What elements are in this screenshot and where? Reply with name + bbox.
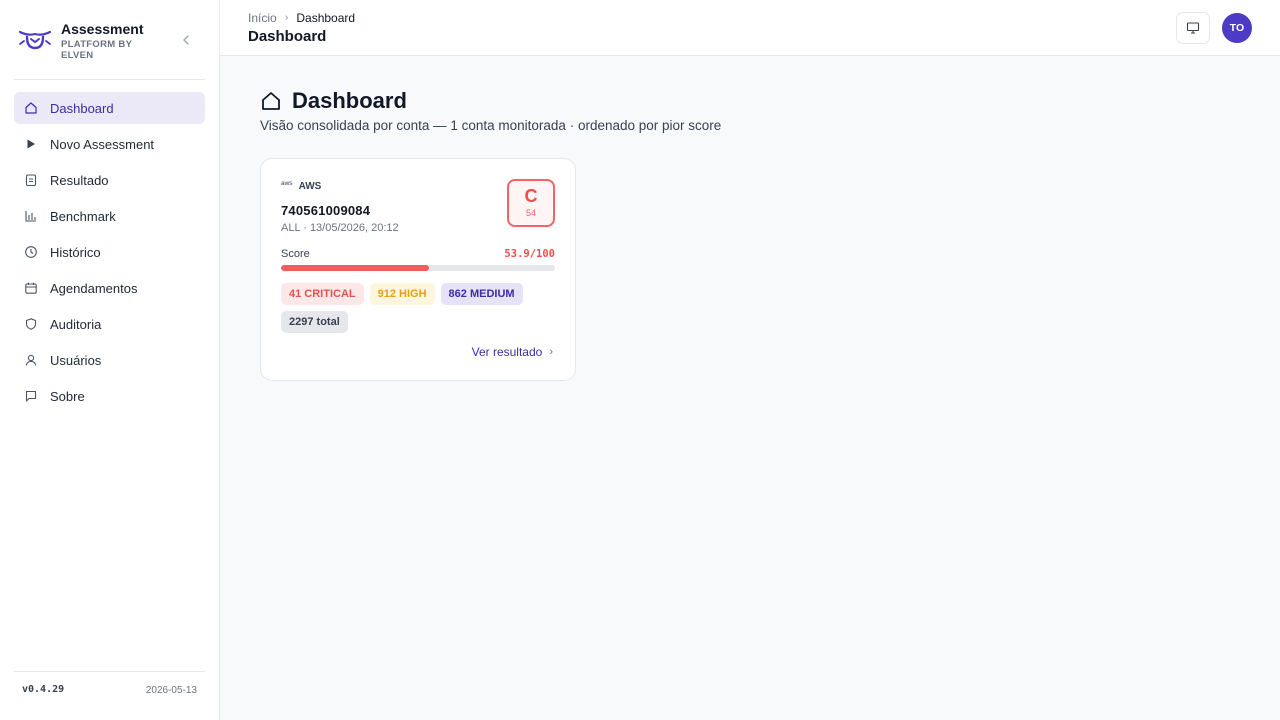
top-header: Início › Dashboard Dashboard TO	[220, 0, 1280, 56]
sidebar-item-label: Novo Assessment	[50, 136, 155, 152]
elven-logo-icon	[18, 30, 52, 50]
sidebar-item-novo-assessment[interactable]: Novo Assessment	[14, 128, 205, 160]
score-progress-fill	[281, 265, 429, 271]
sidebar-item-sobre[interactable]: Sobre	[14, 380, 205, 412]
provider: aws AWS	[281, 180, 322, 192]
sidebar-nav: Dashboard Novo Assessment Resultado Benc…	[14, 92, 205, 416]
play-icon	[24, 137, 38, 151]
total-badge: 2297 total	[281, 311, 348, 333]
sidebar-footer: v0.4.29 2026-05-13	[14, 671, 205, 720]
header-title: Dashboard	[248, 28, 327, 45]
sidebar-item-usuarios[interactable]: Usuários	[14, 344, 205, 376]
sidebar-item-historico[interactable]: Histórico	[14, 236, 205, 268]
sidebar-item-resultado[interactable]: Resultado	[14, 164, 205, 196]
provider-name: AWS	[298, 181, 322, 192]
score-progress-bar	[281, 265, 555, 271]
avatar[interactable]: TO	[1222, 13, 1252, 43]
sidebar-item-label: Agendamentos	[50, 280, 138, 296]
brand-title: Assessment	[61, 21, 144, 37]
sidebar-item-label: Dashboard	[50, 100, 114, 116]
message-square-icon	[24, 389, 38, 403]
breadcrumb: Início › Dashboard	[248, 11, 355, 25]
sidebar-item-auditoria[interactable]: Auditoria	[14, 308, 205, 340]
score-label: Score	[281, 248, 310, 260]
grade-badge: C 54	[507, 179, 555, 227]
chevron-right-icon: ›	[549, 346, 553, 358]
brand: Assessment PLATFORM BY ELVEN	[14, 14, 205, 80]
sidebar-item-dashboard[interactable]: Dashboard	[14, 92, 205, 124]
app-version: v0.4.29	[22, 684, 65, 695]
sidebar-item-label: Auditoria	[50, 316, 102, 332]
sidebar-item-label: Histórico	[50, 244, 101, 260]
sidebar-item-label: Benchmark	[50, 208, 116, 224]
severity-chips: 41 CRITICAL 912 HIGH 862 MEDIUM 2297 tot…	[281, 283, 561, 339]
page-heading: Dashboard	[260, 88, 407, 114]
home-icon	[262, 92, 280, 110]
account-card: aws AWS 740561009084 ALL · 13/05/2026, 2…	[260, 158, 576, 381]
account-id: 740561009084	[281, 203, 371, 218]
breadcrumb-home[interactable]: Início	[248, 11, 277, 25]
clipboard-icon	[24, 173, 38, 187]
page-title: Dashboard	[292, 88, 407, 113]
score-value: 53.9/100	[504, 248, 555, 260]
shield-icon	[24, 317, 38, 331]
bar-chart-icon	[24, 209, 38, 223]
view-result-link[interactable]: Ver resultado ›	[472, 345, 553, 359]
sidebar: Assessment PLATFORM BY ELVEN Dashboard N…	[0, 0, 220, 720]
sidebar-item-label: Resultado	[50, 172, 109, 188]
brand-subtitle: PLATFORM BY ELVEN	[61, 39, 133, 61]
monitor-icon	[1186, 22, 1200, 34]
page-subtitle: Visão consolidada por conta — 1 conta mo…	[260, 118, 722, 133]
chevron-left-icon[interactable]	[178, 32, 194, 48]
grade-score: 54	[525, 208, 536, 218]
sidebar-item-label: Sobre	[50, 388, 85, 404]
chevron-right-icon: ›	[284, 12, 289, 24]
sidebar-item-benchmark[interactable]: Benchmark	[14, 200, 205, 232]
critical-badge: 41 CRITICAL	[281, 283, 364, 305]
grade-letter: C	[524, 186, 538, 206]
user-icon	[24, 353, 38, 367]
breadcrumb-current: Dashboard	[296, 11, 356, 25]
sidebar-item-agendamentos[interactable]: Agendamentos	[14, 272, 205, 304]
home-icon	[24, 101, 38, 115]
account-meta: ALL · 13/05/2026, 20:12	[281, 222, 399, 234]
display-toggle-button[interactable]	[1176, 12, 1210, 44]
medium-badge: 862 MEDIUM	[440, 283, 523, 305]
high-badge: 912 HIGH	[369, 283, 435, 305]
aws-logo-icon: aws	[281, 180, 293, 187]
calendar-icon	[24, 281, 38, 295]
clock-icon	[24, 245, 38, 259]
view-result-label: Ver resultado	[471, 345, 543, 359]
sidebar-item-label: Usuários	[50, 352, 102, 368]
build-date: 2026-05-13	[145, 685, 197, 696]
